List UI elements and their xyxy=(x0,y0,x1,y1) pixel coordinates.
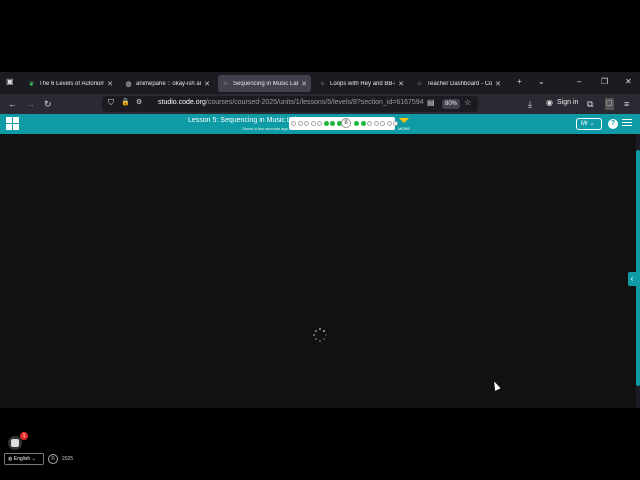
close-window-icon[interactable]: ✕ xyxy=(625,77,632,86)
spinner-dot xyxy=(319,328,321,330)
reader-view-icon[interactable]: ▤ xyxy=(427,98,435,107)
footer-year: 2025 xyxy=(62,456,74,462)
language-select[interactable]: ◍ English ⌄ xyxy=(4,453,44,465)
browser-window: ▣ ❦ The 6 Levels of Autonomo ✕ ◍ animepahe :… xyxy=(0,72,640,465)
spinner-dot xyxy=(313,334,315,336)
globe-icon: ◍ xyxy=(125,80,132,88)
maximize-icon[interactable]: ❐ xyxy=(601,77,608,86)
permissions-icon[interactable]: ⚙ xyxy=(136,98,142,106)
url-text[interactable]: studio.code.org/courses/coursed-2025/uni… xyxy=(158,99,424,106)
minimize-icon[interactable]: – xyxy=(577,77,581,86)
tab-list-chevron-icon[interactable]: ⌄ xyxy=(538,77,545,86)
shield-icon[interactable]: ⛉ xyxy=(108,98,114,108)
tab-label: animepahe :: okay-ish ani xyxy=(136,80,202,87)
loading-icon: ⁘ xyxy=(222,80,229,88)
sign-in-button[interactable]: Sign in xyxy=(557,99,578,106)
side-panel-rail[interactable] xyxy=(636,150,640,386)
level-bubble[interactable] xyxy=(323,121,329,126)
spinner-dot xyxy=(323,338,326,341)
extension-off-icon[interactable]: ▢ xyxy=(605,98,614,110)
spinner-dot xyxy=(314,329,317,332)
tab-1[interactable]: ❦ The 6 Levels of Autonomo ✕ xyxy=(24,75,117,92)
zoom-level[interactable]: 80% xyxy=(442,99,460,109)
level-bubble[interactable] xyxy=(310,121,316,126)
close-tab-icon[interactable]: ✕ xyxy=(204,80,210,88)
close-tab-icon[interactable]: ✕ xyxy=(495,80,501,88)
level-bubble[interactable] xyxy=(304,121,309,126)
user-menu-button[interactable]: Mr ⌄ xyxy=(576,118,602,130)
tab-4[interactable]: ⁘ Loops with Rey and BB-8 ✕ xyxy=(315,75,408,92)
tab-label: Teacher Dashboard - Cod xyxy=(427,80,493,87)
tab-2[interactable]: ◍ animepahe :: okay-ish ani ✕ xyxy=(121,75,214,92)
leaf-icon: ❦ xyxy=(28,80,35,88)
level-content-area: 1 ◍ English ⌄ © 2025 xyxy=(0,134,636,465)
bookmark-star-icon[interactable]: ☆ xyxy=(464,98,471,107)
help-icon[interactable]: ? xyxy=(608,119,618,129)
download-icon[interactable]: ⤓ xyxy=(528,98,532,110)
loading-spinner-icon xyxy=(312,327,328,343)
current-level-bubble[interactable]: 8 xyxy=(341,118,351,128)
level-bubble[interactable] xyxy=(317,121,322,126)
chevron-left-icon[interactable]: ‹ xyxy=(628,272,636,286)
tab-overview-icon[interactable]: ▣ xyxy=(6,77,14,86)
codeorg-header: Lesson 5: Sequencing in Music Lab Saved … xyxy=(0,114,640,134)
logo-cell xyxy=(13,117,19,123)
tab-label: Sequencing in Music Lab xyxy=(233,80,299,87)
save-status: Saved a few seconds ago xyxy=(242,126,288,131)
more-arrow-icon[interactable] xyxy=(399,118,409,123)
level-bubble[interactable] xyxy=(297,121,303,126)
loading-icon: ⁘ xyxy=(416,80,423,88)
close-tab-icon[interactable]: ✕ xyxy=(107,80,113,88)
level-bubble[interactable] xyxy=(330,121,335,126)
logo-cell xyxy=(13,124,19,130)
close-tab-icon[interactable]: ✕ xyxy=(398,80,404,88)
level-bubble[interactable] xyxy=(360,121,366,126)
reload-icon[interactable]: ↻ xyxy=(44,98,52,110)
url-path: /courses/coursed-2025/units/1/lessons/5/… xyxy=(205,99,424,106)
level-bubble[interactable] xyxy=(373,121,379,126)
more-label[interactable]: MORE xyxy=(398,126,410,131)
back-icon[interactable]: ← xyxy=(8,98,17,110)
notification-badge: 1 xyxy=(20,432,28,440)
spinner-dot xyxy=(325,334,327,336)
tab-strip: ▣ ❦ The 6 Levels of Autonomo ✕ ◍ animepahe :… xyxy=(0,72,640,94)
extensions-icon[interactable]: ⧉ xyxy=(587,98,593,110)
lesson-title[interactable]: Lesson 5: Sequencing in Music Lab xyxy=(188,117,299,124)
level-bubble[interactable] xyxy=(380,121,385,126)
account-icon[interactable]: ◉ xyxy=(546,98,553,107)
tab-3[interactable]: ⁘ Sequencing in Music Lab ✕ xyxy=(218,75,311,92)
globe-icon: ◍ xyxy=(8,456,13,462)
hamburger-menu-icon[interactable] xyxy=(622,119,632,128)
user-menu-label: Mr xyxy=(581,121,588,127)
level-progress: 8 xyxy=(289,117,398,130)
level-bubble[interactable] xyxy=(354,121,359,126)
url-host: studio.code.org xyxy=(158,99,206,106)
codeorg-logo[interactable] xyxy=(6,117,20,131)
logo-cell xyxy=(6,124,12,130)
tab-5[interactable]: ⁘ Teacher Dashboard - Cod ✕ xyxy=(412,75,505,92)
language-label: English xyxy=(13,456,31,462)
spinner-dot xyxy=(323,329,326,332)
level-bubble[interactable] xyxy=(291,121,296,126)
tab-label: The 6 Levels of Autonomo xyxy=(39,80,105,87)
chevron-down-icon: ⌄ xyxy=(31,456,36,462)
close-tab-icon[interactable]: ✕ xyxy=(301,80,307,88)
spinner-dot xyxy=(319,340,321,342)
chevron-down-icon: ⌄ xyxy=(589,121,595,127)
tab-label: Loops with Rey and BB-8 xyxy=(330,80,396,87)
level-bubble[interactable] xyxy=(367,121,372,126)
menu-icon[interactable]: ≡ xyxy=(624,98,629,110)
new-tab-icon[interactable]: + xyxy=(517,77,522,86)
logo-cell xyxy=(6,117,12,123)
loading-icon: ⁘ xyxy=(319,80,326,88)
spinner-dot xyxy=(314,338,317,341)
navigation-bar: ← → ↻ ⛉ 🔒 ⚙ studio.code.org/courses/cour… xyxy=(0,94,640,114)
level-bubble[interactable] xyxy=(386,121,392,126)
url-bar[interactable]: ⛉ 🔒 ⚙ studio.code.org/courses/coursed-20… xyxy=(102,96,478,112)
copyright-icon[interactable]: © xyxy=(48,454,58,464)
forward-icon[interactable]: → xyxy=(26,98,35,110)
lock-icon[interactable]: 🔒 xyxy=(121,98,130,106)
